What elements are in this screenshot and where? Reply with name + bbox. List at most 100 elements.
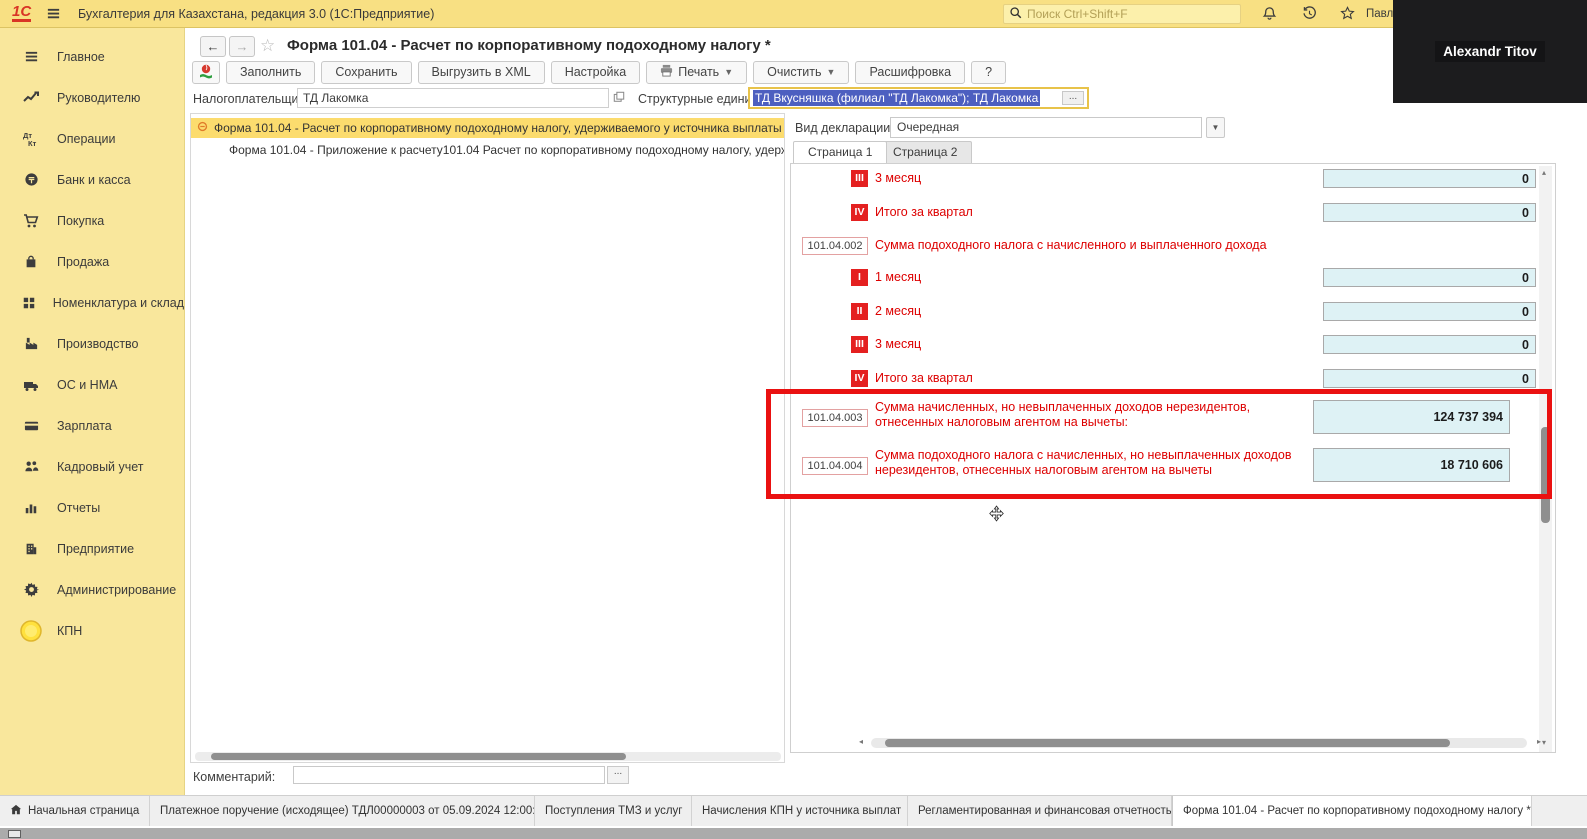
toolbar-button-6[interactable]: Расшифровка <box>855 60 966 84</box>
sidebar-item-11[interactable]: Отчеты <box>0 487 184 528</box>
sidebar-item-label: Главное <box>57 49 105 64</box>
sidebar-item-3[interactable]: Банк и касса <box>0 159 184 200</box>
monitor-icon <box>8 830 21 838</box>
taskbar-tab-2[interactable]: Поступления ТМЗ и услуг× <box>535 796 692 826</box>
sidebar-item-1[interactable]: Руководителю <box>0 77 184 118</box>
toolbar-button-3[interactable]: Настройка <box>550 60 641 84</box>
scroll-up-icon[interactable]: ▴ <box>1542 168 1546 177</box>
tree-scroll-thumb[interactable] <box>211 753 626 760</box>
card-icon <box>20 418 42 433</box>
tree-row-1[interactable]: Форма 101.04 - Приложение к расчету101.0… <box>191 140 784 160</box>
sidebar-item-10[interactable]: Кадровый учет <box>0 446 184 487</box>
scroll-left-icon[interactable]: ◂ <box>859 737 863 746</box>
toolbar-button-label: Очистить <box>767 65 822 79</box>
tree-horizontal-scrollbar[interactable]: ◂ ▸ <box>195 752 781 761</box>
main-menu-icon[interactable] <box>46 6 61 24</box>
taskbar-tab-0[interactable]: Начальная страница <box>0 796 150 826</box>
sidebar-item-2[interactable]: Дт Кт Операции <box>0 118 184 159</box>
pane-scroll-thumb[interactable] <box>885 739 1450 747</box>
toolbar-button-2[interactable]: Выгрузить в XML <box>417 60 545 84</box>
line-code-box: 101.04.002 <box>802 237 868 255</box>
page-tab-2[interactable]: Страница 2 <box>878 141 973 163</box>
sidebar-item-label: Предприятие <box>57 541 135 556</box>
toolbar-button-5[interactable]: Очистить ▼ <box>753 60 850 84</box>
sidebar-item-label: Производство <box>57 336 139 351</box>
toolbar-button-7[interactable]: ? <box>971 60 1007 84</box>
favorite-star-icon[interactable]: ☆ <box>260 36 275 56</box>
page-tab-1[interactable]: Страница 1 <box>793 141 888 163</box>
row-label: Итого за квартал <box>875 371 973 385</box>
roman-badge: IV <box>851 204 868 221</box>
amount-field[interactable]: 0 <box>1323 169 1536 188</box>
scroll-right-icon[interactable]: ▸ <box>1537 737 1541 746</box>
sidebar-item-label: Номенклатура и склад <box>52 295 184 310</box>
taxpayer-input[interactable]: ТД Лакомка <box>297 88 609 108</box>
taskbar-tab-4[interactable]: Регламентированная и финансовая отчетнос… <box>908 796 1172 826</box>
toolbar-button-label: Расшифровка <box>869 65 952 79</box>
operations-icon: Дт Кт <box>20 131 42 147</box>
taskbar-tab-1[interactable]: Платежное поручение (исходящее) ТДЛ00000… <box>150 796 535 826</box>
row-label: Итого за квартал <box>875 205 973 219</box>
pane-horizontal-scrollbar[interactable]: ◂ ▸ <box>859 737 1541 748</box>
taskbar-tab-3[interactable]: Начисления КПН у источника выплат× <box>692 796 908 826</box>
sidebar-item-8[interactable]: ОС и НМА <box>0 364 184 405</box>
form-row-0: III 3 месяц 0 <box>791 169 1537 189</box>
sidebar-item-0[interactable]: Главное <box>0 36 184 77</box>
toolbar-button-label: Настройка <box>564 65 627 79</box>
toolbar-button-label: Сохранить <box>335 65 398 79</box>
form-row-4: II 2 месяц 0 <box>791 302 1537 322</box>
sidebar-item-label: Зарплата <box>57 418 112 433</box>
sidebar-item-label: ОС и НМА <box>57 377 118 392</box>
sidebar-item-label: Отчеты <box>57 500 101 515</box>
sidebar-item-9[interactable]: Зарплата <box>0 405 184 446</box>
toolbar-button-label: ? <box>985 65 993 79</box>
scroll-down-icon[interactable]: ▾ <box>1542 738 1546 747</box>
sidebar-item-6[interactable]: Номенклатура и склад <box>0 282 184 323</box>
amount-field[interactable]: 0 <box>1323 302 1536 321</box>
tree-row-0[interactable]: Форма 101.04 - Расчет по корпоративному … <box>191 118 785 138</box>
sidebar-item-13[interactable]: Администрирование <box>0 569 184 610</box>
taskbar-tab-5[interactable]: Форма 101.04 - Расчет по корпоративному … <box>1172 796 1532 826</box>
units-more-button[interactable]: ... <box>1062 91 1084 105</box>
app-window: 1С Бухгалтерия для Казахстана, редакция … <box>0 0 1587 839</box>
tree-row-label: Форма 101.04 - Расчет по корпоративному … <box>214 121 785 135</box>
toolbar-button-4[interactable]: Печать ▼ <box>646 60 748 84</box>
sidebar-item-12[interactable]: Предприятие <box>0 528 184 569</box>
amount-field[interactable]: 0 <box>1323 335 1536 354</box>
amount-field[interactable]: 0 <box>1323 369 1536 388</box>
notifications-icon[interactable] <box>1262 6 1277 24</box>
webcam-name: Alexandr Titov <box>1435 41 1545 62</box>
sidebar-item-label: Банк и касса <box>57 172 131 187</box>
declaration-type-select[interactable]: Очередная <box>890 117 1202 138</box>
sidebar-item-7[interactable]: Производство <box>0 323 184 364</box>
nav-forward-button[interactable]: → <box>229 36 255 57</box>
sidebar-item-5[interactable]: Продажа <box>0 241 184 282</box>
trend-icon <box>20 90 42 106</box>
comment-input[interactable] <box>293 766 605 784</box>
favorites-icon[interactable] <box>1340 6 1355 24</box>
sidebar-item-4[interactable]: Покупка <box>0 200 184 241</box>
row-label: 2 месяц <box>875 304 922 318</box>
comment-more-button[interactable]: ... <box>607 766 629 784</box>
bag-icon <box>20 255 42 269</box>
history-icon[interactable] <box>1302 6 1317 24</box>
sidebar-item-label: КПН <box>57 623 83 638</box>
fill-report-button[interactable] <box>192 60 220 84</box>
amount-field[interactable]: 0 <box>1323 268 1536 287</box>
toolbar-button-1[interactable]: Сохранить <box>321 60 412 84</box>
section-label: Сумма подоходного налога с начисленного … <box>875 238 1267 252</box>
move-cursor-icon <box>988 505 1005 525</box>
cart-icon <box>20 213 42 229</box>
taskbar-tab-label: Регламентированная и финансовая отчетнос… <box>918 805 1172 817</box>
global-search-input[interactable]: Поиск Ctrl+Shift+F <box>1003 4 1241 24</box>
taskbar-tab-label: Платежное поручение (исходящее) ТДЛ00000… <box>160 805 535 817</box>
structural-units-input[interactable]: ТД Вкусняшка (филиал "ТД Лакомка"); ТД Л… <box>748 87 1089 109</box>
declaration-dropdown-icon[interactable]: ▼ <box>1206 117 1225 138</box>
amount-field[interactable]: 0 <box>1323 203 1536 222</box>
sidebar-item-14[interactable]: КПН <box>0 610 184 651</box>
nav-back-button[interactable]: ← <box>200 36 226 57</box>
people-icon <box>20 459 42 474</box>
open-list-icon[interactable] <box>613 91 625 106</box>
toolbar-button-0[interactable]: Заполнить <box>226 60 316 84</box>
form-row-5: III 3 месяц 0 <box>791 335 1537 355</box>
